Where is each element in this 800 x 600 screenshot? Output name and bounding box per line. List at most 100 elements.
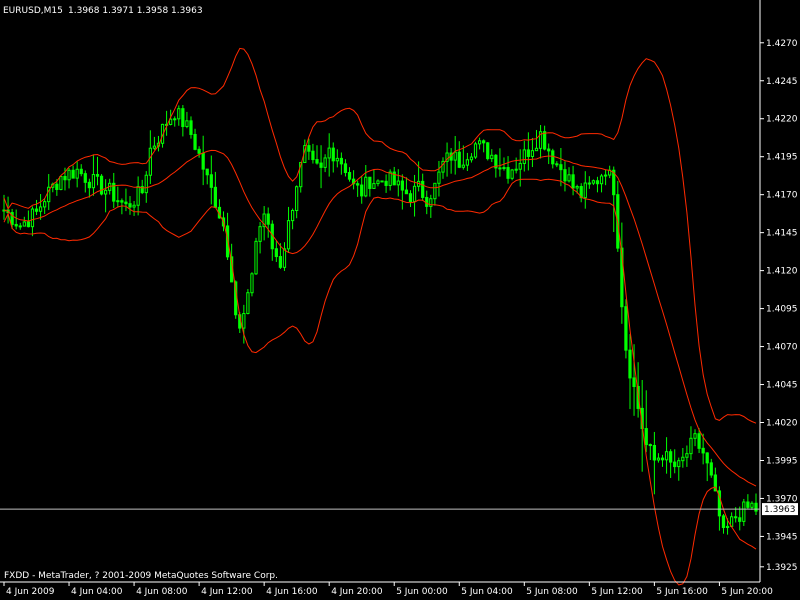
candle-body — [380, 180, 384, 183]
candle-body — [193, 133, 197, 150]
candle-body — [555, 163, 559, 166]
candle-body — [124, 201, 128, 205]
candle-body — [677, 460, 681, 468]
candle — [486, 142, 490, 161]
candle-body — [396, 180, 400, 186]
candle-body — [746, 501, 750, 508]
candle-body — [132, 204, 136, 208]
candle-body — [209, 174, 213, 188]
y-tick-label: 1.4020 — [766, 419, 798, 429]
candle-body — [95, 174, 100, 177]
candle-body — [656, 457, 661, 461]
candle-body — [506, 167, 510, 179]
candle-body — [595, 180, 600, 185]
candle-body — [185, 120, 189, 128]
candle-body — [697, 433, 701, 449]
candle-body — [433, 182, 437, 200]
chart-window[interactable]: 1.4270 1.4245 1.4220 1.4195 1.4170 1.4145 1.41… — [0, 0, 800, 600]
candle-body — [315, 159, 319, 164]
candle-body — [412, 185, 417, 203]
candle-body — [469, 156, 474, 161]
candle-body — [685, 453, 689, 458]
candle-body — [514, 168, 518, 171]
candle-body — [197, 148, 201, 154]
candle-body — [319, 162, 323, 168]
candle-body — [421, 180, 425, 198]
candle-body — [242, 313, 246, 329]
candle-body — [372, 183, 376, 189]
candle — [59, 175, 63, 191]
candle-body — [258, 226, 262, 242]
candle-body — [750, 502, 754, 508]
candle-body — [189, 120, 193, 135]
candle-body — [347, 172, 352, 180]
candle-body — [55, 183, 59, 190]
chart-background — [0, 0, 800, 600]
candle-body — [177, 108, 181, 120]
x-tick-label: 5 Jun 20:00 — [721, 587, 773, 597]
candle-body — [734, 516, 738, 519]
price-chart[interactable]: 1.4270 1.4245 1.4220 1.4195 1.4170 1.4145 1.41… — [0, 0, 800, 600]
x-tick-label: 4 Jun 20:00 — [331, 587, 383, 597]
candle-body — [725, 525, 730, 529]
candle — [250, 272, 254, 297]
candle-body — [87, 181, 91, 189]
candle-body — [575, 186, 579, 189]
x-tick-label: 4 Jun 12:00 — [201, 587, 253, 597]
candle-body — [543, 131, 547, 150]
candle-body — [408, 193, 413, 203]
candle-body — [246, 292, 250, 315]
candle-body — [567, 174, 571, 182]
candle-body — [673, 461, 677, 468]
ohlc-label: 1.3968 1.3971 1.3958 1.3963 — [68, 6, 203, 16]
candle-body — [213, 186, 217, 208]
candle-body — [360, 184, 364, 197]
candle-body — [91, 174, 96, 189]
candle-body — [136, 186, 140, 206]
candle-body — [148, 147, 152, 176]
candle-body — [290, 210, 295, 222]
candle-body — [282, 248, 287, 268]
candle-body — [205, 168, 209, 176]
candle-body — [67, 169, 71, 181]
candle — [254, 237, 258, 275]
candle-body — [461, 164, 465, 168]
candle-body — [563, 169, 567, 182]
candle-body — [632, 377, 636, 388]
candle-body — [83, 173, 87, 183]
candle-body — [547, 148, 551, 152]
x-tick-label: 4 Jun 04:00 — [71, 587, 123, 597]
candle-body — [22, 221, 26, 227]
y-tick-label: 1.3995 — [766, 456, 798, 466]
candle-body — [603, 174, 608, 177]
candle — [624, 299, 628, 359]
candle-body — [266, 213, 270, 225]
candle-body — [43, 201, 47, 208]
candle-body — [689, 437, 693, 455]
candle-body — [742, 501, 746, 522]
candle-body — [356, 183, 360, 186]
candle-body — [721, 515, 726, 529]
candle-body — [705, 452, 709, 464]
candle-body — [274, 248, 278, 258]
candle-body — [664, 451, 669, 461]
candle-body — [120, 200, 124, 203]
candle-body — [173, 118, 177, 121]
candle-body — [307, 145, 311, 152]
y-tick-label: 1.4120 — [766, 267, 798, 277]
y-tick-label: 1.3945 — [766, 532, 798, 542]
candle-body — [286, 220, 291, 250]
candle-body — [425, 196, 429, 207]
candle-body — [181, 108, 185, 128]
candle-body — [128, 203, 132, 208]
candle-body — [624, 306, 628, 351]
candle-body — [152, 145, 157, 149]
x-tick-label: 5 Jun 12:00 — [591, 587, 643, 597]
candle-body — [71, 169, 75, 179]
current-price-label: 1.3963 — [764, 505, 796, 515]
x-tick-label: 4 Jun 2009 — [6, 587, 55, 597]
candle-body — [628, 349, 632, 379]
candle-body — [250, 273, 254, 294]
y-tick-label: 1.3970 — [766, 494, 798, 504]
candle-body — [26, 221, 31, 228]
